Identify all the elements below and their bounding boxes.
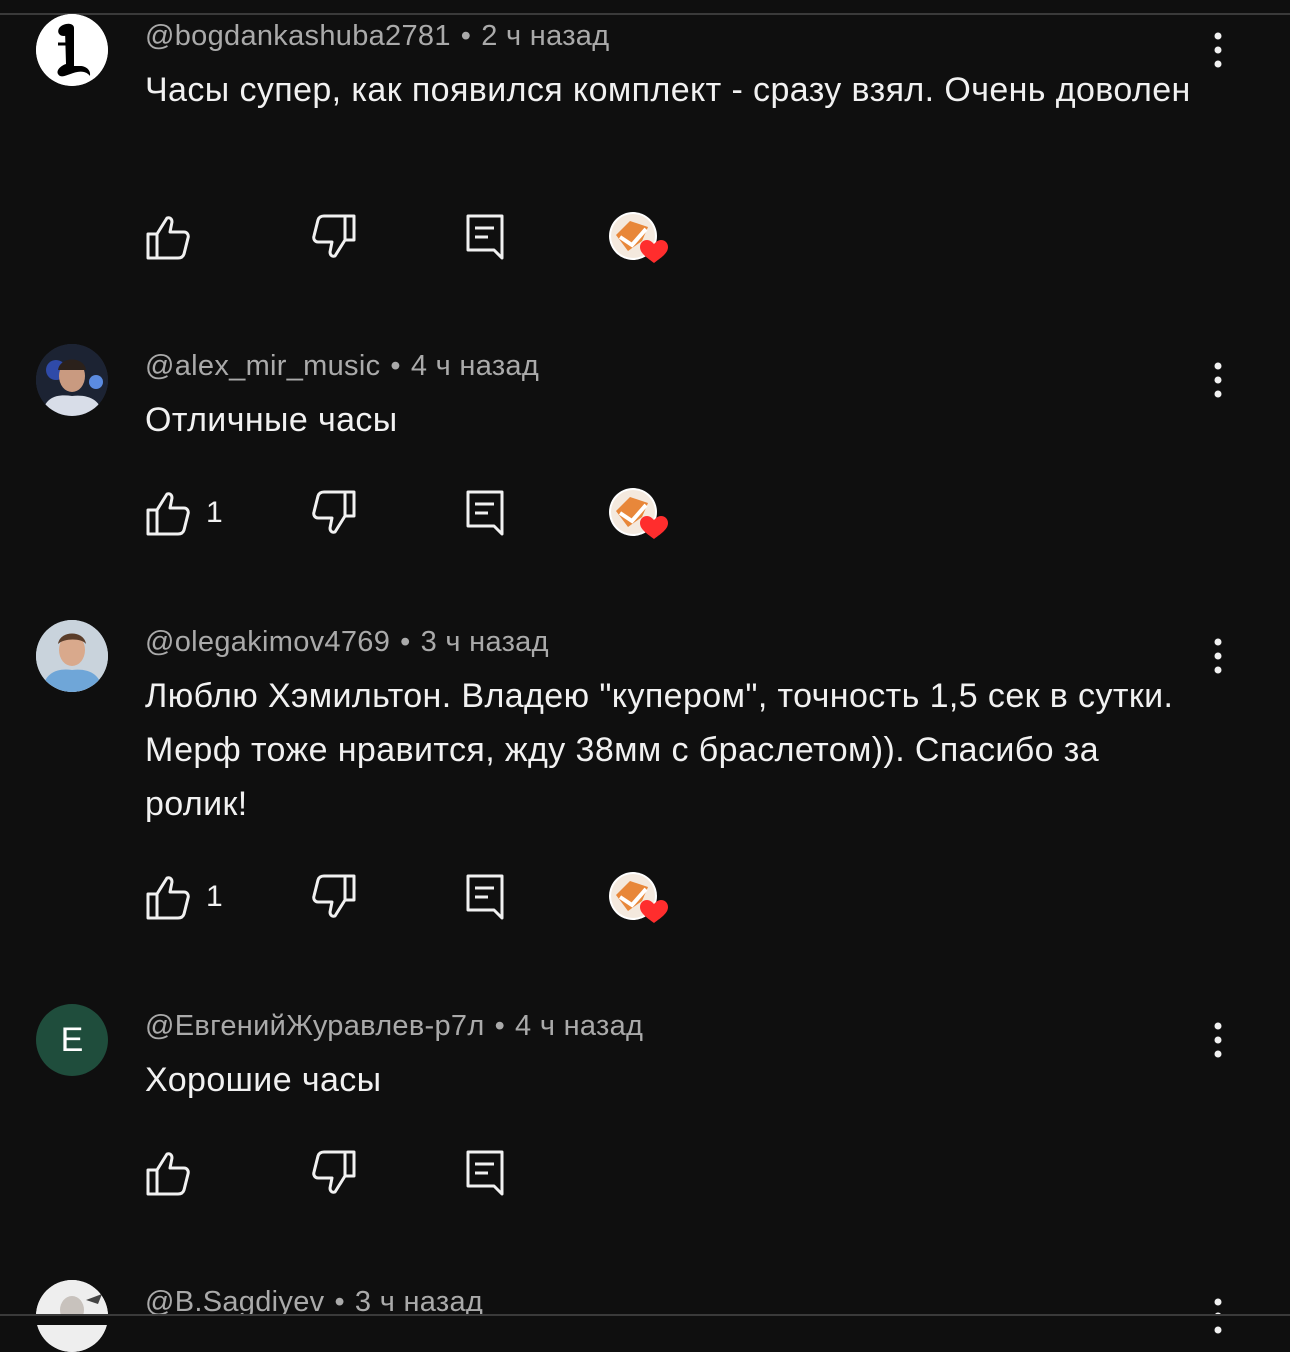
user-photo-icon xyxy=(36,344,108,416)
like-button[interactable]: 1 xyxy=(142,867,223,927)
avatar[interactable] xyxy=(36,344,108,416)
bottom-bar xyxy=(0,1316,1290,1325)
top-divider xyxy=(0,13,1290,15)
comment-meta: @ЕвгенийЖуравлев-р7л • 4 ч назад xyxy=(145,1010,643,1043)
comment-text: Люблю Хэмильтон. Владею "купером", точно… xyxy=(145,677,1174,823)
comment-actions: 1 xyxy=(0,867,1290,927)
dislike-button[interactable] xyxy=(310,483,360,543)
reply-icon xyxy=(466,214,504,260)
comment-actions xyxy=(0,207,1290,267)
thumb-down-icon xyxy=(312,490,356,534)
author-name[interactable]: @olegakimov4769 xyxy=(145,626,390,658)
like-count: 1 xyxy=(206,496,223,529)
comment-text: Отличные часы xyxy=(145,401,398,439)
avatar[interactable]: Е xyxy=(36,1004,108,1076)
comment-meta: @bogdankashuba2781 • 2 ч назад xyxy=(145,20,609,53)
thumb-up-icon xyxy=(146,1152,190,1196)
avatar[interactable] xyxy=(36,620,108,692)
user-photo-icon xyxy=(36,620,108,692)
comment-actions xyxy=(0,1143,1290,1203)
avatar-letter: Е xyxy=(60,1020,84,1059)
more-options-button[interactable] xyxy=(1204,634,1232,678)
more-vert-icon xyxy=(1214,362,1222,398)
author-name[interactable]: @bogdankashuba2781 xyxy=(145,20,451,52)
reply-button[interactable] xyxy=(462,483,508,543)
creator-heart xyxy=(606,483,670,543)
like-button[interactable]: 1 xyxy=(142,483,223,543)
timestamp: 4 ч назад xyxy=(410,350,540,382)
creator-heart-icon xyxy=(609,872,668,923)
creator-heart xyxy=(606,207,670,267)
thumb-down-icon xyxy=(312,1150,356,1194)
avatar[interactable] xyxy=(36,14,108,86)
like-button[interactable] xyxy=(142,207,206,267)
creator-heart-icon xyxy=(609,488,668,539)
creator-heart-icon xyxy=(609,212,668,263)
dislike-button[interactable] xyxy=(310,207,360,267)
thumb-up-icon xyxy=(146,216,190,260)
reply-icon xyxy=(466,490,504,536)
gothic-l-logo-icon xyxy=(36,14,108,86)
more-options-button[interactable] xyxy=(1204,1018,1232,1062)
reply-button[interactable] xyxy=(462,207,508,267)
separator: • xyxy=(400,626,411,658)
dislike-button[interactable] xyxy=(310,867,360,927)
comment-text: Хорошие часы xyxy=(145,1061,382,1099)
reply-button[interactable] xyxy=(462,867,508,927)
timestamp: 4 ч назад xyxy=(515,1010,644,1042)
comment-meta: @olegakimov4769 • 3 ч назад xyxy=(145,626,549,659)
like-button[interactable] xyxy=(142,1143,206,1203)
comment-meta: @alex_mir_music • 4 ч назад xyxy=(145,350,539,383)
thumb-down-icon xyxy=(312,874,356,918)
timestamp: 3 ч назад xyxy=(420,626,549,658)
more-options-button[interactable] xyxy=(1204,28,1232,72)
separator: • xyxy=(494,1010,506,1042)
comment-actions: 1 xyxy=(0,483,1290,543)
thumb-up-icon xyxy=(146,492,190,536)
thumb-down-icon xyxy=(312,214,356,258)
reply-icon xyxy=(466,874,504,920)
dislike-button[interactable] xyxy=(310,1143,360,1203)
reply-icon xyxy=(466,1150,504,1196)
like-count: 1 xyxy=(206,880,223,913)
creator-heart xyxy=(606,867,670,927)
author-name[interactable]: @ЕвгенийЖуравлев-р7л xyxy=(145,1010,485,1042)
more-vert-icon xyxy=(1214,1022,1222,1058)
more-vert-icon xyxy=(1214,638,1222,674)
timestamp: 2 ч назад xyxy=(481,20,610,52)
more-vert-icon xyxy=(1214,32,1222,68)
more-options-button[interactable] xyxy=(1204,358,1232,402)
author-name[interactable]: @alex_mir_music xyxy=(145,350,380,382)
thumb-up-icon xyxy=(146,876,190,920)
separator: • xyxy=(460,20,472,52)
reply-button[interactable] xyxy=(462,1143,508,1203)
separator: • xyxy=(390,350,401,382)
comment-text: Часы супер, как появился комплект - сраз… xyxy=(145,71,1191,109)
